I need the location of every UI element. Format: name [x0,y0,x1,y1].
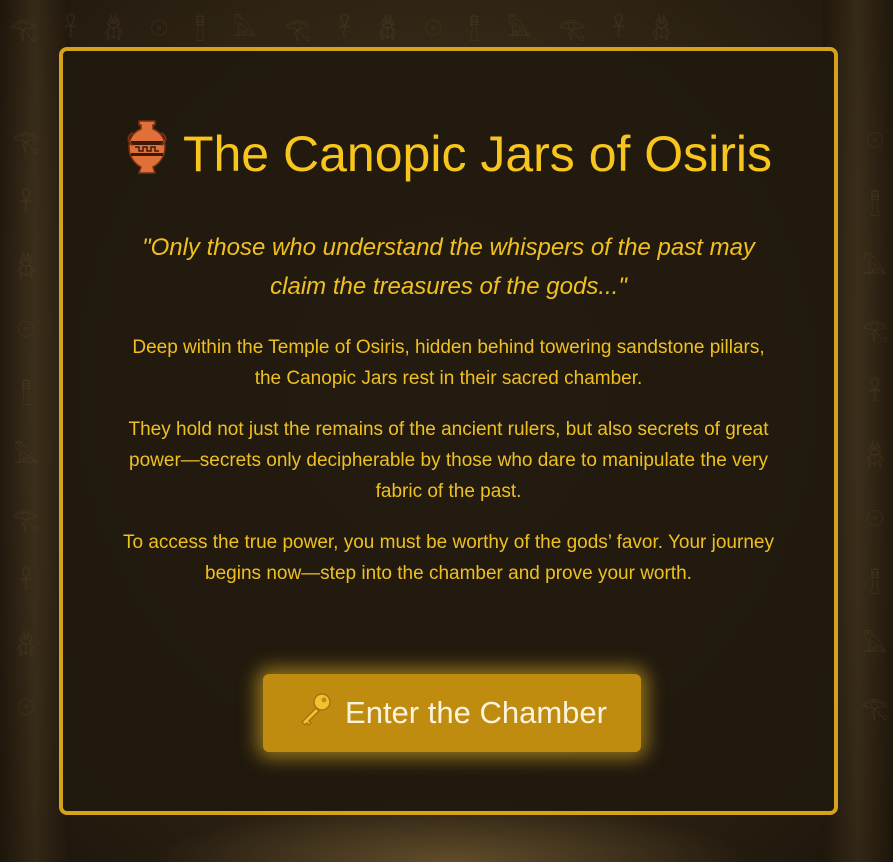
story-paragraph-3: To access the true power, you must be wo… [123,532,774,584]
page-title: The Canopic Jars of Osiris [123,119,774,190]
enter-chamber-label: Enter the Chamber [345,695,607,730]
hieroglyph-column-right: 𓇳 𓊽 𓅓 𓂀 𓋹 𓆣 𓇳 𓊽 𓅓 𓂀 [859,120,884,733]
hieroglyph-column-left: 𓂀 𓋹 𓆣 𓇳 𓊽 𓅓 𓂀 𓋹 𓆣 𓇳 [10,120,35,733]
intro-panel: The Canopic Jars of Osiris "Only those w… [59,47,838,815]
hieroglyph-decoration: 𓂀 𓋹 𓆣 𓇳 𓊽 𓅓 𓂀 𓋹 𓆣 𓇳 𓊽 𓅓 𓂀 𓋹 𓆣 [10,17,682,42]
key-icon [297,691,333,735]
story-paragraph-1: Deep within the Temple of Osiris, hidden… [132,337,765,389]
enter-chamber-button[interactable]: Enter the Chamber [263,674,641,752]
story-paragraph-2: They hold not just the remains of the an… [128,419,769,502]
title-text: The Canopic Jars of Osiris [182,126,773,182]
intro-quote: "Only those who understand the whispers … [142,234,755,300]
amphora-icon [125,119,169,190]
